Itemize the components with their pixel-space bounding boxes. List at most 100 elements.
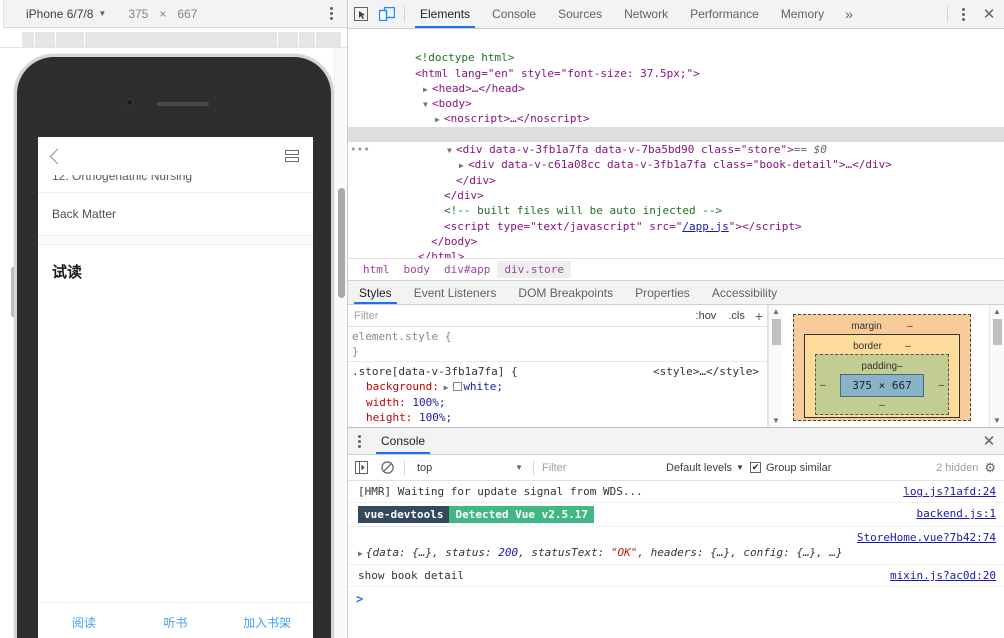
expand-triangle-icon[interactable]: ▶	[439, 383, 453, 392]
padding-right-value[interactable]: –	[934, 380, 948, 391]
dom-node-book-detail[interactable]: ▶ <div data-v-c61a08cc data-v-3fb1a7fa cl…	[348, 142, 1004, 171]
gear-icon[interactable]: ⚙	[984, 460, 1004, 476]
box-model-margin[interactable]: margin – border – padding– – 375 × 667 –…	[793, 314, 971, 421]
console-message-vue-devtools[interactable]: vue-devtools Detected Vue v2.5.17 backend…	[348, 503, 1004, 527]
padding-left-value[interactable]: –	[816, 380, 830, 391]
breadcrumb-item-div-app[interactable]: div#app	[437, 261, 497, 278]
device-selector[interactable]: iPhone 6/7/8 ▼	[26, 7, 106, 21]
tab-network[interactable]: Network	[613, 0, 679, 28]
new-style-rule-button[interactable]: +	[751, 308, 767, 324]
message-source-link[interactable]: StoreHome.vue?7b42:74	[857, 530, 996, 545]
declaration-height[interactable]: height: 100%;	[352, 410, 767, 425]
color-swatch-icon[interactable]	[453, 382, 463, 391]
device-height-input[interactable]: 667	[177, 7, 197, 21]
listen-button[interactable]: 听书	[130, 614, 222, 631]
clipped-chapter-row[interactable]: 12. Orthogenathic Nursing	[38, 175, 313, 193]
breadcrumb-item-body[interactable]: body	[397, 261, 438, 278]
box-model-border[interactable]: border – padding– – 375 × 667 – –	[804, 334, 960, 418]
device-toolbar-toggle-icon[interactable]	[374, 0, 400, 28]
tab-accessibility[interactable]: Accessibility	[701, 281, 788, 304]
close-drawer-button[interactable]: ✕	[974, 428, 1004, 454]
rule-store[interactable]: <style>…</style> .store[data-v-3fb1a7fa]…	[348, 362, 767, 427]
tab-console[interactable]: Console	[481, 0, 547, 28]
earpiece-speaker-icon	[157, 102, 209, 106]
dom-node-html[interactable]: <html lang="en" style="font-size: 37.5px…	[348, 50, 1004, 80]
console-log-levels-selector[interactable]: Default levels ▼	[660, 462, 750, 474]
scroll-down-arrow-icon[interactable]: ▼	[993, 416, 1001, 425]
styles-filter-input[interactable]: Filter	[348, 310, 690, 322]
toolbar-divider	[404, 6, 405, 22]
hov-toggle-button[interactable]: :hov	[690, 310, 723, 322]
margin-top-value[interactable]: –	[907, 321, 913, 332]
breadcrumb-item-div-store[interactable]: div.store	[497, 261, 571, 278]
drawer-toolbar-right: ✕	[974, 428, 1004, 454]
rule-selector[interactable]: .store[data-v-3fb1a7fa] {	[352, 365, 518, 378]
dom-node-store-selected[interactable]: ••• ▼ <div data-v-3fb1a7fa data-v-7ba5bd90…	[348, 126, 1004, 156]
group-similar-toggle[interactable]: ✔ Group similar	[749, 462, 831, 474]
tab-styles[interactable]: Styles	[348, 281, 403, 304]
tab-performance[interactable]: Performance	[679, 0, 770, 28]
message-source-link[interactable]: mixin.js?ac0d:20	[890, 568, 996, 583]
box-model-content-size[interactable]: 375 × 667	[839, 374, 925, 397]
console-message-show-book-detail[interactable]: show book detail mixin.js?ac0d:20	[348, 565, 1004, 587]
breadcrumb-item-html[interactable]: html	[356, 261, 397, 278]
device-width-input[interactable]: 375	[128, 7, 148, 21]
dom-node-noscript[interactable]: ▶ <noscript>…</noscript>	[348, 96, 1004, 125]
inspect-element-icon[interactable]	[348, 0, 374, 28]
console-message-response-object[interactable]: ▶ {data: {…}, status: 200, statusText: "O…	[348, 527, 1004, 565]
scroll-down-arrow-icon[interactable]: ▼	[772, 416, 780, 425]
css-rules-list[interactable]: element.style { } <style>…</style> .stor…	[348, 327, 767, 427]
padding-top-value[interactable]: –	[897, 361, 903, 372]
console-context-selector[interactable]: top ▼	[409, 462, 529, 474]
console-message-list[interactable]: [HMR] Waiting for update signal from WDS…	[348, 481, 1004, 638]
border-top-value[interactable]: –	[905, 341, 911, 352]
checkbox-icon[interactable]: ✔	[749, 462, 761, 473]
cls-toggle-button[interactable]: .cls	[722, 310, 751, 322]
dom-node-body[interactable]: ▼ <body>	[348, 81, 1004, 110]
drawer-menu-button[interactable]	[348, 428, 370, 454]
styles-scrollbar-thumb[interactable]	[772, 319, 781, 345]
console-message-hmr[interactable]: [HMR] Waiting for update signal from WDS…	[348, 481, 1004, 503]
scroll-up-arrow-icon[interactable]: ▲	[993, 307, 1001, 316]
rule-source-link[interactable]: <style>…</style>	[653, 364, 767, 379]
device-toolbar-menu-button[interactable]	[327, 4, 336, 23]
padding-bottom-value[interactable]: –	[816, 399, 948, 414]
drawer-tab-console[interactable]: Console	[370, 428, 436, 454]
clear-console-icon[interactable]	[374, 461, 400, 474]
dom-tree-view[interactable]: <!doctype html> <html lang="en" style="f…	[348, 29, 1004, 258]
console-sidebar-icon[interactable]	[348, 461, 374, 474]
back-chevron-icon[interactable]	[49, 148, 66, 164]
dom-node-script[interactable]: <script type="text/javascript" src="/app…	[348, 203, 1004, 233]
tab-memory[interactable]: Memory	[770, 0, 835, 28]
declaration-background[interactable]: background: ▶ white;	[352, 379, 767, 395]
message-source-link[interactable]: log.js?1afd:24	[903, 484, 996, 499]
close-devtools-button[interactable]: ✕	[974, 0, 1004, 28]
message-source-link[interactable]: backend.js:1	[917, 506, 996, 521]
list-item-back-matter[interactable]: Back Matter	[38, 193, 313, 236]
devtools-main-menu-button[interactable]	[952, 0, 974, 28]
kebab-dot-icon	[961, 17, 965, 21]
add-to-shelf-button[interactable]: 加入书架	[221, 614, 313, 631]
box-model-padding[interactable]: padding– – 375 × 667 – –	[815, 354, 949, 415]
read-button[interactable]: 阅读	[38, 614, 130, 631]
computed-scrollbar[interactable]: ▲ ▼	[989, 305, 1004, 427]
scroll-up-arrow-icon[interactable]: ▲	[772, 307, 780, 316]
dom-node-app[interactable]: ▼<div data-v-7ba5bd90 id="app">	[348, 111, 1004, 141]
more-tabs-icon[interactable]: »	[835, 0, 863, 28]
tab-event-listeners[interactable]: Event Listeners	[403, 281, 508, 304]
expand-triangle-icon[interactable]: ▶	[358, 549, 363, 558]
console-filter-input[interactable]: Filter	[538, 462, 660, 474]
catalog-list-icon[interactable]	[285, 150, 299, 162]
tab-elements[interactable]: Elements	[409, 0, 481, 28]
tab-sources[interactable]: Sources	[547, 0, 613, 28]
tab-properties[interactable]: Properties	[624, 281, 701, 304]
preview-scrollbar[interactable]	[334, 48, 347, 638]
console-input-prompt[interactable]: >	[348, 587, 1004, 611]
computed-scrollbar-thumb[interactable]	[993, 319, 1002, 345]
styles-scrollbar[interactable]: ▲ ▼	[768, 305, 783, 427]
tab-dom-breakpoints[interactable]: DOM Breakpoints	[507, 281, 624, 304]
dom-node-head[interactable]: ▶ <head>…</head>	[348, 66, 1004, 95]
declaration-width[interactable]: width: 100%;	[352, 395, 767, 410]
rule-element-style[interactable]: element.style { }	[348, 327, 767, 362]
preview-scrollbar-thumb[interactable]	[338, 188, 345, 298]
